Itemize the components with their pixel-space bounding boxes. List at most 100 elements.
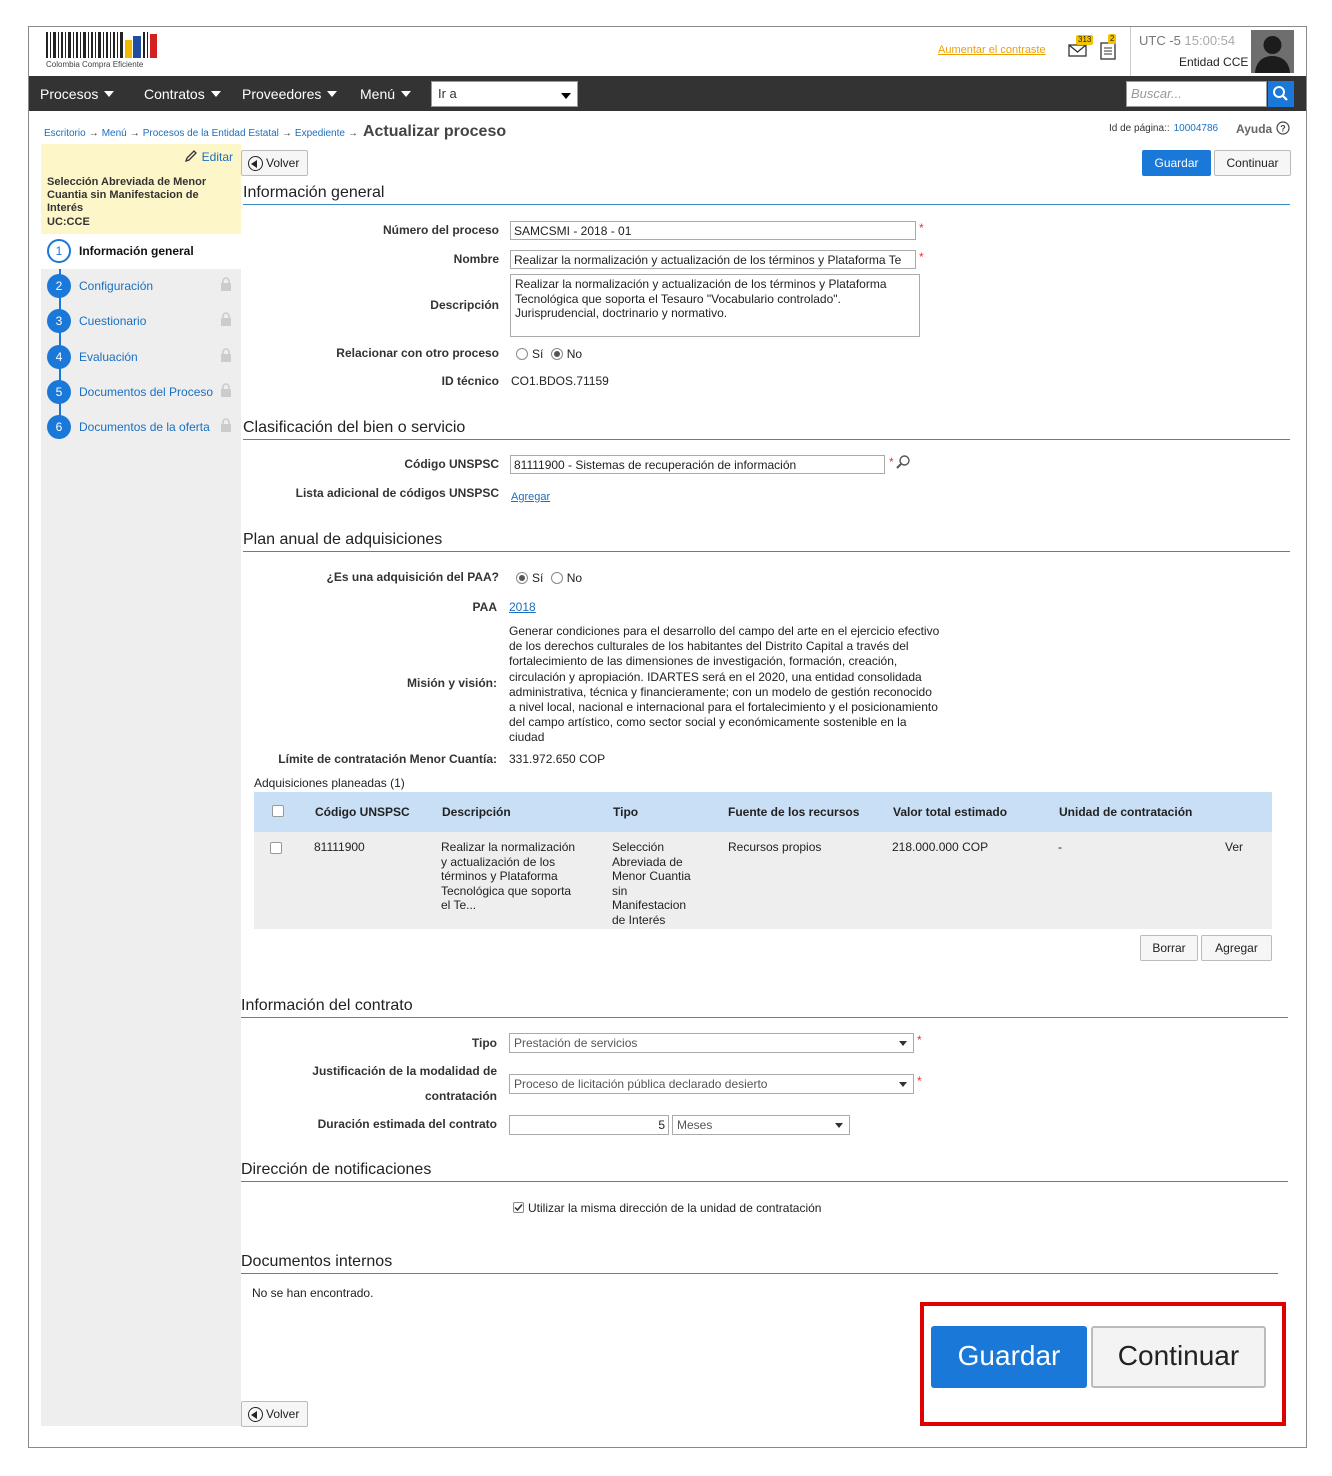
user-box: UTC -5 15:00:54 Entidad CCE	[1130, 27, 1248, 76]
step-configuracion[interactable]: 2 Configuración	[41, 269, 241, 304]
planned-acquisitions-table: Código UNSPSC Descripción Tipo Fuente de…	[254, 792, 1272, 929]
back-arrow-icon	[248, 156, 263, 171]
time: 15:00:54	[1184, 33, 1236, 48]
continue-button-large[interactable]: Continuar	[1091, 1326, 1266, 1388]
section-classification-title: Clasificación del bien o servicio	[243, 419, 1290, 440]
paa-yes-radio[interactable]	[516, 572, 528, 584]
section-internal-docs-title: Documentos internos	[241, 1253, 1278, 1274]
avatar[interactable]	[1251, 30, 1294, 73]
search-input[interactable]: Buscar...	[1126, 81, 1267, 107]
notes-count-badge: 2	[1108, 34, 1117, 44]
step-informacion-general[interactable]: 1 Información general	[41, 234, 241, 269]
paa-no-radio[interactable]	[550, 572, 563, 584]
magnifier-icon[interactable]	[895, 454, 911, 470]
crumb-arrow: →	[347, 128, 358, 139]
row-source: Recursos propios	[728, 840, 822, 854]
relate-label: Relacionar con otro proceso	[336, 346, 499, 360]
continue-button[interactable]: Continuar	[1214, 150, 1291, 176]
unspsc-label: Código UNSPSC	[404, 457, 499, 471]
name-field[interactable]: Realizar la normalización y actualizació…	[510, 250, 916, 269]
step-evaluacion[interactable]: 4 Evaluación	[41, 340, 241, 375]
add-unspsc-link[interactable]: Agregar	[511, 491, 550, 503]
unspsc-field[interactable]: 81111900 - Sistemas de recuperación de i…	[510, 455, 885, 474]
notes-icon[interactable]: 2	[1097, 34, 1119, 60]
view-link[interactable]: Ver	[1225, 840, 1243, 855]
required-mark: *	[919, 250, 924, 264]
row-description: Realizar la normalización y actualizació…	[441, 840, 575, 913]
mission-text: Generar condiciones para el desarrollo d…	[509, 624, 989, 746]
table-header: Código UNSPSC Descripción Tipo Fuente de…	[254, 792, 1272, 832]
justification-select[interactable]: Proceso de licitación pública declarado …	[509, 1074, 914, 1094]
relate-no-radio[interactable]	[550, 348, 563, 360]
duration-unit-value: Meses	[677, 1118, 713, 1132]
relate-yes-radio[interactable]	[516, 348, 528, 360]
logo[interactable]: Colombia Compra Eficiente	[46, 30, 164, 72]
nav-contratos[interactable]: Contratos	[144, 86, 221, 102]
duration-field[interactable]: 5	[509, 1115, 669, 1135]
crumb-escritorio[interactable]: Escritorio	[44, 128, 86, 139]
lock-icon	[221, 418, 231, 432]
back-button-bottom[interactable]: Volver	[241, 1401, 308, 1427]
same-address-checkbox[interactable]	[513, 1202, 524, 1213]
select-all-checkbox[interactable]	[272, 805, 284, 817]
required-mark: *	[919, 221, 924, 235]
help-label: Ayuda	[1236, 122, 1273, 136]
back-button[interactable]: Volver	[241, 150, 308, 176]
step-label: Cuestionario	[79, 314, 147, 328]
search-button[interactable]	[1268, 81, 1294, 107]
help-icon: ?	[1275, 121, 1290, 135]
section-contract-title: Información del contrato	[241, 997, 1288, 1018]
add-acquisition-button[interactable]: Agregar	[1201, 935, 1272, 961]
step-documentos-oferta[interactable]: 6 Documentos de la oferta	[41, 410, 241, 445]
required-mark: *	[917, 1074, 922, 1088]
process-number-field[interactable]: SAMCSMI - 2018 - 01	[510, 221, 916, 240]
step-documentos-proceso[interactable]: 5 Documentos del Proceso	[41, 375, 241, 410]
delete-button[interactable]: Borrar	[1140, 935, 1198, 961]
mail-icon[interactable]: 313	[1068, 35, 1094, 59]
help-link[interactable]: Ayuda ?	[1236, 121, 1290, 136]
step-number: 6	[47, 415, 71, 439]
nav-procesos[interactable]: Procesos	[40, 86, 115, 102]
step-label: Configuración	[79, 279, 154, 293]
crumb-expediente[interactable]: Expediente	[295, 128, 345, 139]
save-button[interactable]: Guardar	[1142, 150, 1211, 176]
crumb-procesos[interactable]: Procesos de la Entidad Estatal	[143, 128, 279, 139]
nav-proveedores[interactable]: Proveedores	[242, 86, 338, 102]
main-nav: Procesos Contratos Proveedores Menú Ir a…	[29, 76, 1306, 111]
row-type-line: sin	[612, 883, 628, 898]
contract-type-select[interactable]: Prestación de servicios	[509, 1033, 914, 1053]
step-cuestionario[interactable]: 3 Cuestionario	[41, 304, 241, 339]
paa-radios: Sí No	[516, 571, 582, 585]
col-unit: Unidad de contratación	[1059, 805, 1193, 819]
paa-yes-label: Sí	[532, 571, 544, 585]
caret-down-icon	[210, 91, 221, 97]
crumb-arrow: →	[281, 128, 292, 139]
row-type-line: Selección	[612, 840, 665, 854]
contrast-link[interactable]: Aumentar el contraste	[938, 44, 1046, 56]
crumb-menu[interactable]: Menú	[102, 128, 127, 139]
nav-menu-label: Menú	[360, 86, 396, 102]
row-checkbox[interactable]	[270, 842, 282, 854]
required-mark: *	[917, 1033, 922, 1047]
paa-year-link[interactable]: 2018	[509, 600, 536, 614]
logo-text: Colombia Compra Eficiente	[46, 60, 144, 69]
save-button-large[interactable]: Guardar	[931, 1326, 1087, 1388]
svg-text:?: ?	[1280, 124, 1286, 134]
checkmark-icon	[514, 1204, 523, 1212]
goto-select[interactable]: Ir a	[431, 81, 578, 107]
col-type: Tipo	[613, 805, 639, 819]
relate-no-label: No	[566, 347, 583, 361]
page-id-value[interactable]: 10004786	[1174, 123, 1219, 134]
duration-unit-select[interactable]: Meses	[672, 1115, 850, 1135]
edit-link[interactable]: Editar	[184, 150, 233, 164]
nav-procesos-label: Procesos	[40, 86, 99, 102]
same-address-option: Utilizar la misma dirección de la unidad…	[513, 1201, 821, 1215]
section-notifications-title: Dirección de notificaciones	[241, 1161, 1288, 1182]
justification-label: Justificación de la modalidad de	[259, 1064, 497, 1078]
step-label: Documentos de la oferta	[79, 420, 210, 434]
mission-line: circulación y apropiación. IDARTES será …	[509, 669, 922, 684]
description-textarea[interactable]: Realizar la normalización y actualizació…	[510, 274, 920, 337]
step-number: 4	[47, 345, 71, 369]
nav-menu[interactable]: Menú	[360, 86, 412, 102]
tech-id-label: ID técnico	[441, 374, 499, 388]
